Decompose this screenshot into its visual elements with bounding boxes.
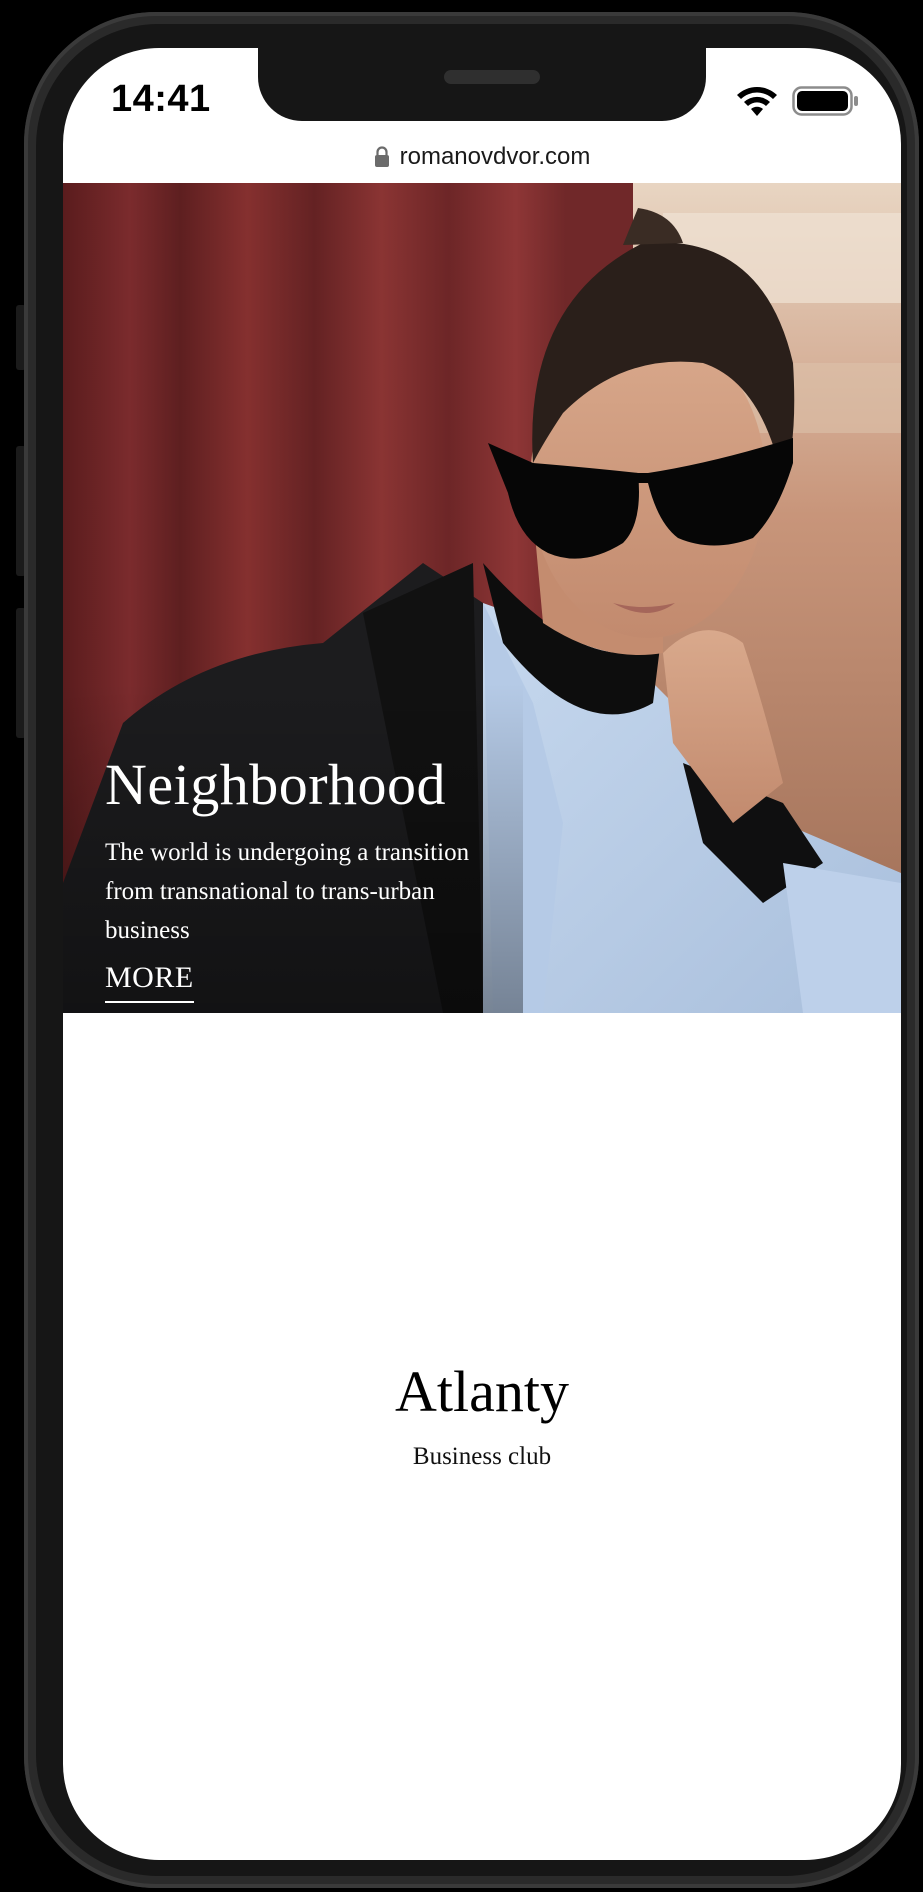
lock-icon <box>374 146 389 167</box>
hero-description: The world is undergoing a transition fro… <box>105 839 470 944</box>
address-bar[interactable]: romanovdvor.com <box>63 132 901 182</box>
hero-title: Neighborhood <box>105 752 447 817</box>
url-text: romanovdvor.com <box>399 143 591 170</box>
battery-icon <box>792 86 858 116</box>
wifi-icon <box>737 87 777 116</box>
screen: 14:41 romanovdvor.com Neighborhood The w… <box>63 48 901 1860</box>
notch <box>258 48 706 121</box>
status-time: 14:41 <box>111 78 211 120</box>
hero-banner[interactable]: Neighborhood The world is undergoing a t… <box>63 183 901 1013</box>
brand-subtitle: Business club <box>412 1443 552 1470</box>
more-link[interactable]: MORE <box>105 961 194 1003</box>
brand-title: Atlanty <box>395 1359 569 1424</box>
speaker <box>444 70 540 84</box>
